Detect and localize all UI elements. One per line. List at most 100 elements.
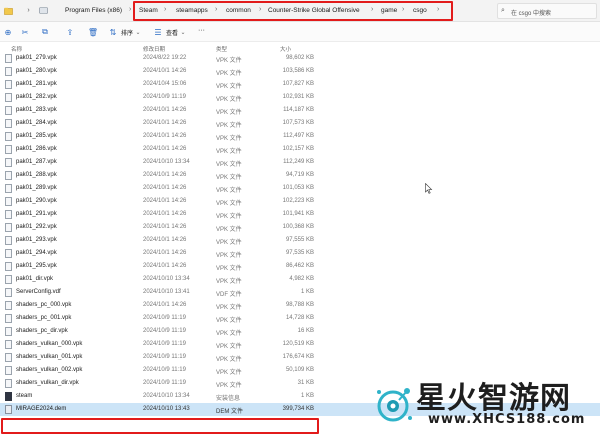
file-row[interactable]: pak01_dir.vpk 2024/10/10 13:34 VPK 文件 4,982… bbox=[0, 273, 600, 286]
drive-icon[interactable] bbox=[39, 6, 48, 15]
file-icon bbox=[5, 223, 12, 232]
file-row[interactable]: pak01_284.vpk 2024/10/1 14:26 VPK 文件 107,57… bbox=[0, 117, 600, 130]
file-date: 2024/10/10 13:34 bbox=[143, 393, 190, 399]
file-row[interactable]: ServerConfig.vdf 2024/10/10 13:41 VDF 文件 1 … bbox=[0, 286, 600, 299]
file-date: 2024/10/1 14:26 bbox=[143, 224, 187, 230]
file-date: 2024/10/1 14:26 bbox=[143, 107, 187, 113]
file-name: pak01_293.vpk bbox=[16, 237, 57, 243]
file-date: 2024/10/9 11:19 bbox=[143, 367, 186, 373]
file-row[interactable]: pak01_282.vpk 2024/10/9 11:19 VPK 文件 102,93… bbox=[0, 91, 600, 104]
file-icon bbox=[5, 184, 12, 193]
file-icon bbox=[5, 93, 12, 102]
chevron-right-icon: › bbox=[402, 6, 405, 13]
chevron-down-icon[interactable]: ⌄ bbox=[133, 27, 143, 37]
breadcrumb-game[interactable]: game bbox=[381, 7, 397, 14]
file-size: 176,674 KB bbox=[282, 354, 314, 360]
mouse-cursor-icon bbox=[425, 183, 433, 194]
file-icon bbox=[5, 288, 12, 297]
file-date: 2024/10/1 14:26 bbox=[143, 133, 187, 139]
more-options-button[interactable]: ··· bbox=[198, 27, 205, 34]
view-button[interactable]: 查看 bbox=[166, 28, 178, 37]
copy-icon[interactable]: ⧉ bbox=[40, 27, 50, 37]
file-name: MIRAGE2024.dem bbox=[16, 406, 67, 412]
file-row[interactable]: pak01_292.vpk 2024/10/1 14:26 VPK 文件 100,36… bbox=[0, 221, 600, 234]
file-date: 2024/10/1 14:26 bbox=[143, 198, 187, 204]
delete-icon[interactable]: 🗑 bbox=[88, 27, 98, 37]
cut-icon[interactable]: ✂ bbox=[20, 27, 30, 37]
file-row[interactable]: shaders_vulkan_000.vpk 2024/10/9 11:19 VPK… bbox=[0, 338, 600, 351]
file-row[interactable]: pak01_286.vpk 2024/10/1 14:26 VPK 文件 102,15… bbox=[0, 143, 600, 156]
view-icon[interactable]: ☰ bbox=[153, 27, 163, 37]
file-type: VPK 文件 bbox=[216, 305, 242, 311]
file-row[interactable]: pak01_288.vpk 2024/10/1 14:26 VPK 文件 94,719… bbox=[0, 169, 600, 182]
breadcrumb-steam[interactable]: Steam bbox=[139, 7, 158, 14]
file-row[interactable]: pak01_285.vpk 2024/10/1 14:26 VPK 文件 112,49… bbox=[0, 130, 600, 143]
breadcrumb-csgo-root[interactable]: Counter-Strike Global Offensive bbox=[268, 7, 360, 14]
breadcrumb-steamapps[interactable]: steamapps bbox=[176, 7, 208, 14]
file-name: shaders_vulkan_dir.vpk bbox=[16, 380, 79, 386]
file-date: 2024/10/1 14:26 bbox=[143, 146, 187, 152]
file-name: pak01_290.vpk bbox=[16, 198, 57, 204]
file-row[interactable]: pak01_293.vpk 2024/10/1 14:26 VPK 文件 97,555… bbox=[0, 234, 600, 247]
file-type: VPK 文件 bbox=[216, 71, 242, 77]
file-size: 107,827 KB bbox=[282, 81, 314, 87]
file-date: 2024/10/9 11:19 bbox=[143, 315, 186, 321]
file-date: 2024/10/9 11:19 bbox=[143, 380, 186, 386]
sort-button[interactable]: 排序 bbox=[121, 28, 133, 37]
file-size: 94,719 KB bbox=[285, 172, 314, 178]
file-name: shaders_vulkan_002.vpk bbox=[16, 367, 83, 373]
file-row[interactable]: pak01_287.vpk 2024/10/10 13:34 VPK 文件 112,2… bbox=[0, 156, 600, 169]
selected-file-highlight-box bbox=[1, 418, 319, 434]
file-size: 97,535 KB bbox=[285, 250, 314, 256]
file-row[interactable]: shaders_vulkan_001.vpk 2024/10/9 11:19 VPK… bbox=[0, 351, 600, 364]
file-row[interactable]: shaders_pc_001.vpk 2024/10/9 11:19 VPK 文件 1… bbox=[0, 312, 600, 325]
file-name: pak01_dir.vpk bbox=[16, 276, 54, 282]
file-icon bbox=[5, 132, 12, 141]
file-row[interactable]: pak01_280.vpk 2024/10/1 14:26 VPK 文件 103,58… bbox=[0, 65, 600, 78]
file-type: VPK 文件 bbox=[216, 253, 242, 259]
file-name: pak01_280.vpk bbox=[16, 68, 57, 74]
file-date: 2024/10/10 13:34 bbox=[143, 159, 190, 165]
file-icon bbox=[5, 366, 12, 375]
file-name: steam bbox=[16, 393, 33, 399]
breadcrumb-program-files[interactable]: Program Files (x86) bbox=[65, 7, 122, 14]
file-row[interactable]: pak01_290.vpk 2024/10/1 14:26 VPK 文件 102,22… bbox=[0, 195, 600, 208]
watermark-url: www.XHCS188.com bbox=[428, 412, 586, 427]
file-name: pak01_285.vpk bbox=[16, 133, 57, 139]
file-icon bbox=[5, 158, 12, 167]
search-input[interactable]: ⌕ 在 csgo 中搜索 bbox=[497, 3, 597, 19]
file-row[interactable]: shaders_pc_dir.vpk 2024/10/9 11:19 VPK 文件 1… bbox=[0, 325, 600, 338]
chevron-down-icon[interactable]: ⌄ bbox=[178, 27, 188, 37]
file-name: pak01_294.vpk bbox=[16, 250, 57, 256]
file-row[interactable]: pak01_295.vpk 2024/10/1 14:26 VPK 文件 86,462… bbox=[0, 260, 600, 273]
file-row[interactable]: shaders_pc_000.vpk 2024/10/1 14:26 VPK 文件 9… bbox=[0, 299, 600, 312]
breadcrumb-csgo[interactable]: csgo bbox=[413, 7, 427, 14]
file-type: VPK 文件 bbox=[216, 58, 242, 64]
file-type: 安装信息 bbox=[216, 396, 241, 402]
file-type: VPK 文件 bbox=[216, 149, 242, 155]
file-date: 2024/10/9 11:19 bbox=[143, 341, 186, 347]
file-icon bbox=[5, 379, 12, 388]
file-row[interactable]: pak01_279.vpk 2024/8/22 19:22 VPK 文件 98,602… bbox=[0, 52, 600, 65]
file-date: 2024/10/9 11:19 bbox=[143, 328, 186, 334]
file-size: 102,223 KB bbox=[282, 198, 314, 204]
file-row[interactable]: pak01_291.vpk 2024/10/1 14:26 VPK 文件 101,94… bbox=[0, 208, 600, 221]
file-name: pak01_282.vpk bbox=[16, 94, 57, 100]
share-icon[interactable]: ⇪ bbox=[65, 27, 75, 37]
file-icon bbox=[5, 67, 12, 76]
file-row[interactable]: pak01_289.vpk 2024/10/1 14:26 VPK 文件 101,05… bbox=[0, 182, 600, 195]
file-row[interactable]: pak01_283.vpk 2024/10/1 14:26 VPK 文件 114,18… bbox=[0, 104, 600, 117]
sort-icon[interactable]: ⇅ bbox=[108, 27, 118, 37]
file-row[interactable]: pak01_294.vpk 2024/10/1 14:26 VPK 文件 97,535… bbox=[0, 247, 600, 260]
file-date: 2024/10/1 14:26 bbox=[143, 263, 187, 269]
file-row[interactable]: pak01_281.vpk 2024/10/4 15:06 VPK 文件 107,82… bbox=[0, 78, 600, 91]
file-type: VPK 文件 bbox=[216, 357, 242, 363]
file-type: VPK 文件 bbox=[216, 344, 242, 350]
file-size: 98,788 KB bbox=[285, 302, 314, 308]
new-icon[interactable]: ⊕ bbox=[3, 27, 13, 37]
file-size: 1 KB bbox=[300, 393, 314, 399]
file-date: 2024/10/9 11:19 bbox=[143, 94, 186, 100]
breadcrumb-common[interactable]: common bbox=[226, 7, 251, 14]
file-icon bbox=[5, 145, 12, 154]
chevron-right-icon[interactable]: › bbox=[24, 6, 33, 15]
